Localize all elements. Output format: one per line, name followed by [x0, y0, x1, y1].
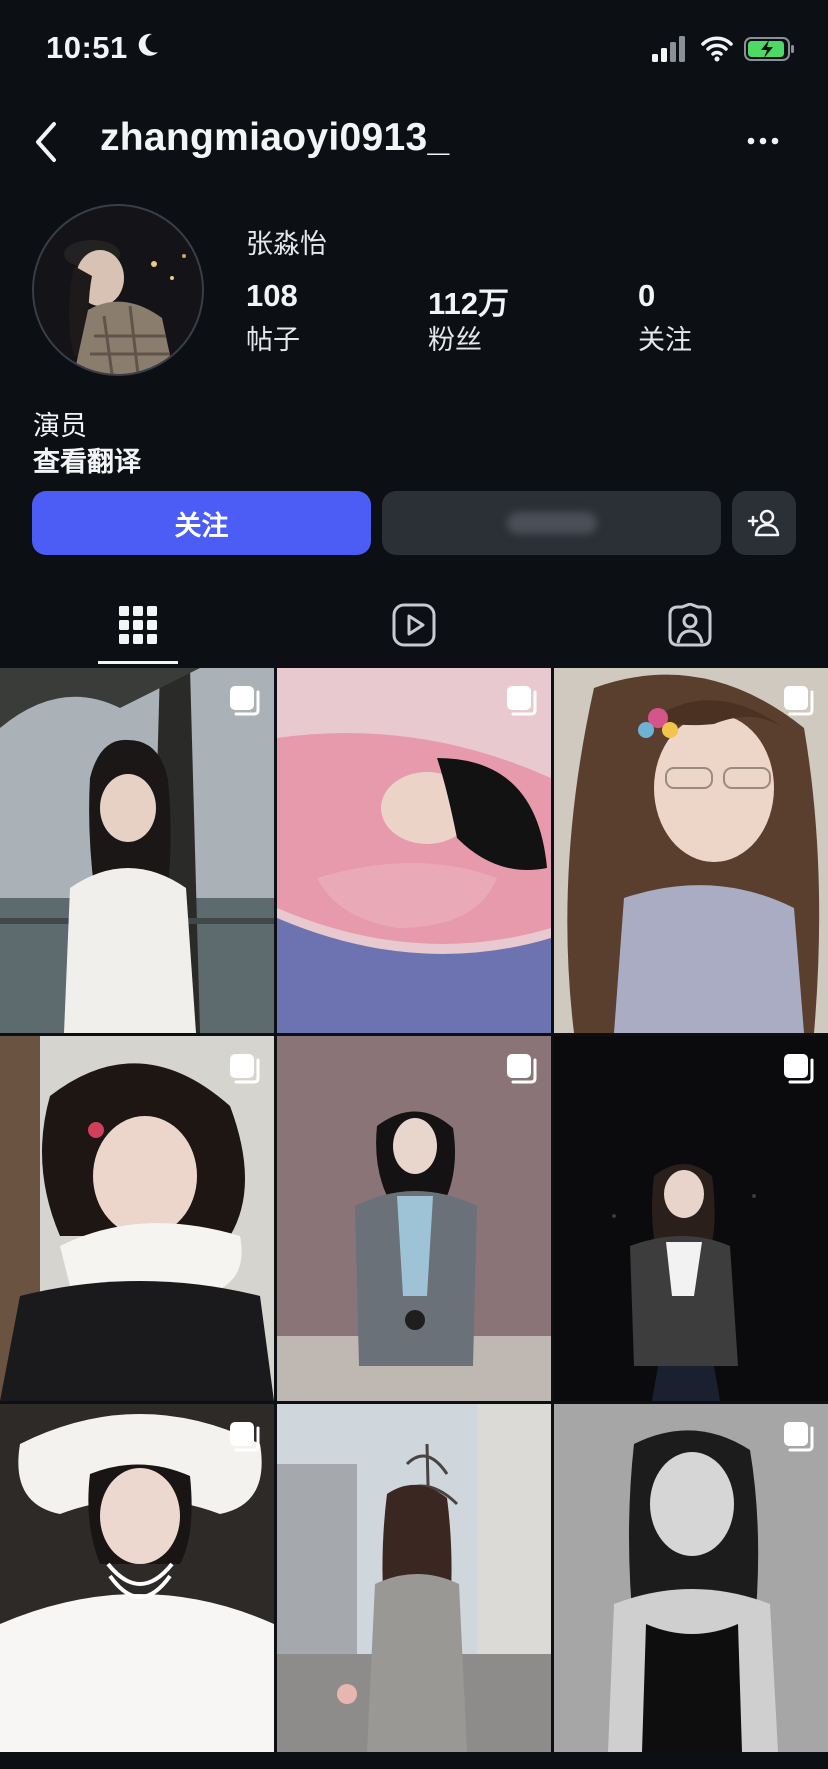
- post-photo: [0, 1404, 274, 1752]
- following-label[interactable]: 关注: [638, 318, 692, 357]
- following-count[interactable]: 0: [638, 278, 655, 314]
- post-thumbnail[interactable]: [277, 668, 551, 1033]
- avatar-portrait-image: [34, 206, 202, 374]
- post-thumbnail[interactable]: [554, 1036, 828, 1401]
- active-tab-indicator: [98, 661, 178, 664]
- post-thumbnail[interactable]: [277, 1036, 551, 1401]
- followers-label[interactable]: 粉丝: [428, 318, 482, 357]
- add-person-icon: [747, 509, 780, 537]
- tab-reels[interactable]: [374, 586, 454, 664]
- post-photo: [0, 668, 274, 1033]
- grid-icon: [119, 606, 157, 644]
- post-photo: [277, 668, 551, 1033]
- tagged-person-icon: [668, 603, 712, 647]
- tab-posts-grid[interactable]: [98, 586, 178, 664]
- post-thumbnail[interactable]: [0, 668, 274, 1033]
- profile-username: zhangmiaoyi0913_: [100, 116, 450, 159]
- followers-count[interactable]: 112万: [428, 278, 509, 323]
- posts-grid: [0, 668, 828, 1752]
- post-photo: [554, 1036, 828, 1401]
- post-thumbnail[interactable]: [554, 1404, 828, 1769]
- back-arrow-icon[interactable]: [30, 118, 62, 166]
- carousel-icon: [784, 686, 814, 716]
- carousel-icon: [230, 1422, 260, 1452]
- profile-avatar[interactable]: [32, 204, 204, 376]
- post-thumbnail[interactable]: [277, 1404, 551, 1769]
- follow-button[interactable]: 关注: [32, 491, 371, 555]
- post-photo: [554, 668, 828, 1033]
- posts-label[interactable]: 帖子: [246, 318, 300, 357]
- post-thumbnail[interactable]: [0, 1404, 274, 1769]
- display-name: 张淼怡: [246, 229, 327, 259]
- carousel-icon: [784, 1054, 814, 1084]
- blurred-button-label: [506, 512, 597, 534]
- signal-icon: [652, 36, 685, 62]
- post-thumbnail[interactable]: [0, 1036, 274, 1401]
- tab-tagged[interactable]: [650, 586, 730, 664]
- status-time: 10:51: [46, 30, 128, 65]
- post-photo: [277, 1036, 551, 1401]
- suggested-accounts-button[interactable]: [732, 491, 796, 555]
- reels-play-icon: [392, 603, 436, 647]
- battery-charging-icon: [744, 37, 794, 61]
- profile-bio: 演员: [33, 411, 87, 441]
- post-photo: [0, 1036, 274, 1401]
- more-options-icon[interactable]: [744, 122, 782, 160]
- post-thumbnail[interactable]: [554, 668, 828, 1033]
- carousel-icon: [230, 686, 260, 716]
- carousel-icon: [230, 1054, 260, 1084]
- carousel-icon: [507, 686, 537, 716]
- wifi-icon: [701, 36, 733, 62]
- moon-icon: [138, 33, 158, 56]
- see-translation-link[interactable]: 查看翻译: [33, 440, 141, 479]
- message-button[interactable]: [382, 491, 721, 555]
- carousel-icon: [784, 1422, 814, 1452]
- post-photo: [554, 1404, 828, 1752]
- post-photo: [277, 1404, 551, 1752]
- posts-count[interactable]: 108: [246, 278, 298, 314]
- carousel-icon: [507, 1054, 537, 1084]
